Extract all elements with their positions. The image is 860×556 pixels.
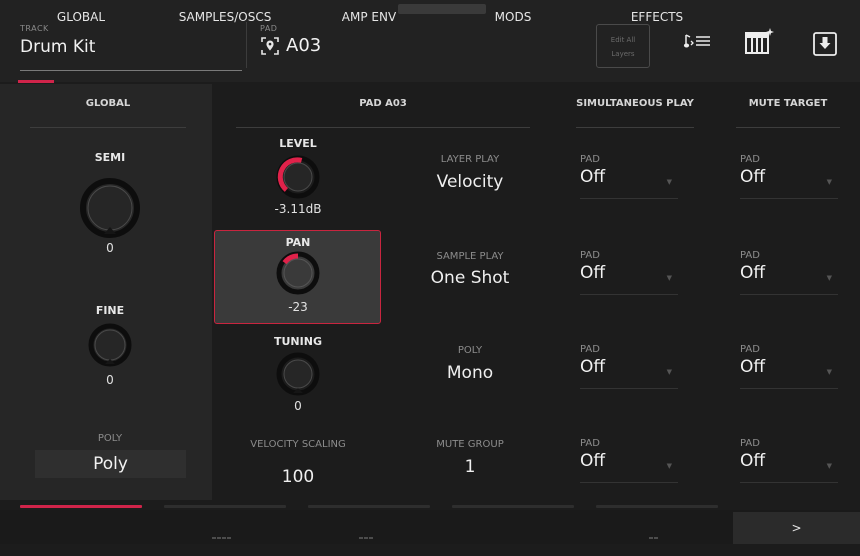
pad-select-label: PAD [740,344,760,355]
chevron-down-icon: ▼ [666,274,672,282]
mute-target-pad-2[interactable]: PAD Off ▼ [740,250,838,295]
pad-select-value: Off [580,451,606,471]
velocity-scaling-label: VELOCITY SCALING [250,439,346,450]
simultaneous-play-heading: SIMULTANEOUS PLAY [576,98,694,109]
simultaneous-pad-4[interactable]: PAD Off ▼ [580,438,678,483]
pad-select-label: PAD [740,250,760,261]
sample-play-value[interactable]: One Shot [405,268,535,288]
semi-knob[interactable] [80,178,140,238]
pad-heading: PAD A03 [359,98,407,109]
tab-indicator [164,505,286,508]
mute-group-label: MUTE GROUP [436,439,504,450]
chevron-down-icon: ▼ [666,178,672,186]
global-poly-label: POLY [97,433,123,444]
page-dots [649,537,659,540]
tuning-value: 0 [294,399,302,413]
tuning-label: TUNING [274,335,322,348]
chevron-down-icon: ▼ [826,178,832,186]
simultaneous-pad-3[interactable]: PAD Off ▼ [580,344,678,389]
simultaneous-pad-2[interactable]: PAD Off ▼ [580,250,678,295]
semi-value: 0 [106,241,114,255]
sample-play-label: SAMPLE PLAY [436,251,504,262]
pan-knob[interactable] [276,251,320,295]
keyboard-sparkle-icon[interactable] [744,26,776,56]
page-dots [359,537,374,540]
global-heading-line [30,127,186,128]
simultaneous-heading-line [576,127,694,128]
tab-indicator [596,505,718,508]
next-tabs-button[interactable]: > [733,512,860,544]
global-heading: GLOBAL [85,98,131,109]
download-icon[interactable] [813,32,837,56]
mute-target-heading-line [736,127,840,128]
tab-effects[interactable]: EFFECTS [596,0,718,34]
pad-select-value: Off [580,167,606,187]
layer-play-value[interactable]: Velocity [405,172,535,192]
pad-select-value: Off [580,263,606,283]
simultaneous-pad-1[interactable]: PAD Off ▼ [580,154,678,199]
pad-select-label: PAD [740,438,760,449]
level-label: LEVEL [279,137,317,150]
pad-select-value: Off [580,357,606,377]
pad-select-label: PAD [740,154,760,165]
tab-samples-oscs[interactable]: SAMPLES/OSCS [160,0,290,34]
mute-target-heading: MUTE TARGET [748,98,828,109]
level-value: -3.11dB [274,202,322,216]
track-accent-bar [18,80,54,83]
active-tab-indicator [20,505,142,508]
fine-label: FINE [95,304,125,317]
pad-select-value: Off [740,167,766,187]
pad-select-value: Off [740,357,766,377]
chevron-down-icon: ▼ [666,462,672,470]
tab-indicator [452,505,574,508]
bottom-tab-bar [0,510,860,544]
pad-select-label: PAD [580,250,600,261]
tuning-knob[interactable] [276,352,320,396]
edit-all-line2: Layers [611,50,635,58]
edit-all-line1: Edit All [610,36,636,44]
pad-select-label: PAD [580,154,600,165]
pad-select-value: Off [740,451,766,471]
fine-knob[interactable] [88,323,132,367]
mute-target-pad-1[interactable]: PAD Off ▼ [740,154,838,199]
pad-select-label: PAD [580,344,600,355]
page-dots [212,537,232,540]
layer-play-label: LAYER PLAY [440,154,500,165]
mute-target-pad-4[interactable]: PAD Off ▼ [740,438,838,483]
mute-target-pad-3[interactable]: PAD Off ▼ [740,344,838,389]
pan-label: PAN [285,236,311,249]
fine-value: 0 [106,373,114,387]
global-poly-selector[interactable]: Poly [35,450,186,478]
chevron-down-icon: ▼ [826,368,832,376]
location-pin-icon [261,36,279,55]
pad-poly-value[interactable]: Mono [405,363,535,383]
pad-value: A03 [286,35,322,56]
pad-select-value: Off [740,263,766,283]
pan-value: -23 [288,300,308,314]
mute-group-value[interactable]: 1 [405,457,535,477]
chevron-down-icon: ▼ [826,462,832,470]
tab-mods[interactable]: MODS [452,0,574,34]
velocity-scaling-value[interactable]: 100 [248,467,348,487]
chevron-down-icon: ▼ [826,274,832,282]
level-knob[interactable] [276,155,320,199]
pad-poly-label: POLY [457,345,483,356]
tab-global[interactable]: GLOBAL [20,0,142,34]
tab-indicator [308,505,430,508]
track-name: Drum Kit [20,37,96,57]
tab-amp-env[interactable]: AMP ENV [308,0,430,34]
semi-label: SEMI [94,151,126,164]
pad-select-label: PAD [580,438,600,449]
chevron-down-icon: ▼ [666,368,672,376]
pad-heading-line [236,127,530,128]
